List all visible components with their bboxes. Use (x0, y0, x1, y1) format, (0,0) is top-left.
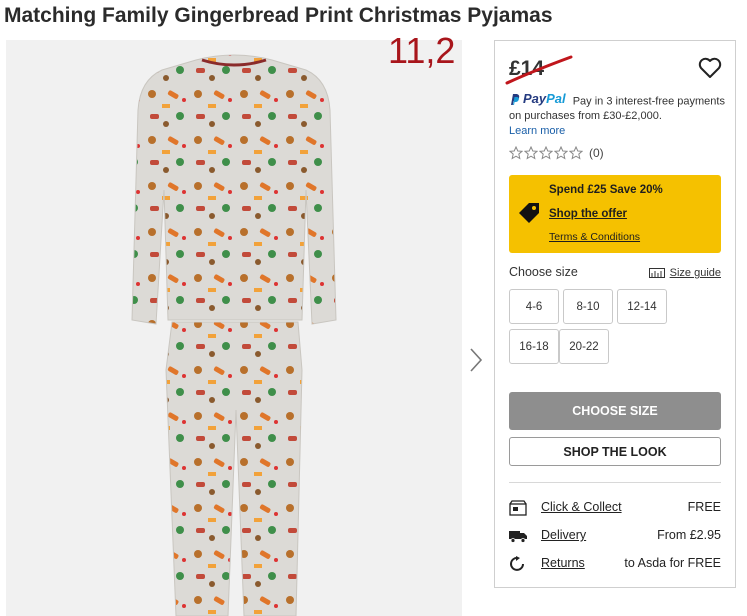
star-icon (554, 146, 568, 160)
paypal-word-pay: Pay (523, 91, 547, 106)
terms-link[interactable]: Terms & Conditions (549, 231, 640, 243)
returns-row: Returns to Asda for FREE (509, 555, 721, 573)
size-option-16-18[interactable]: 16-18 (509, 329, 559, 364)
price-strike-icon (505, 55, 573, 85)
paypal-word-pal: Pal (546, 91, 566, 106)
shop-the-look-button[interactable]: SHOP THE LOOK (509, 437, 721, 466)
product-panel: £14 Pay Pal Pay in 3 interest-free paymen… (494, 40, 736, 588)
offer-title: Spend £25 Save 20% (549, 184, 663, 196)
returns-icon (510, 556, 524, 571)
size-guide-label: Size guide (669, 267, 721, 279)
size-option-20-22[interactable]: 20-22 (559, 329, 609, 364)
click-collect-link[interactable]: Click & Collect (541, 500, 622, 514)
annotation-label: 11,2 (388, 30, 456, 71)
delivery-row: Delivery From £2.95 (509, 527, 721, 545)
returns-value: to Asda for FREE (624, 556, 721, 570)
heart-icon[interactable] (697, 55, 723, 81)
paypal-info: Pay Pal Pay in 3 interest-free payments o… (509, 92, 731, 138)
pyjama-illustration (6, 40, 462, 616)
size-header: Choose size Size guide (509, 265, 721, 281)
paypal-icon (511, 93, 520, 105)
product-image[interactable] (6, 40, 462, 616)
choose-size-button[interactable]: CHOOSE SIZE (509, 392, 721, 430)
star-icon (569, 146, 583, 160)
price-row: £14 (505, 53, 723, 87)
star-icon (539, 146, 553, 160)
chevron-right-icon[interactable] (466, 346, 486, 374)
price-tag-icon (519, 203, 539, 223)
store-icon (509, 500, 527, 516)
choose-size-label: Choose size (509, 265, 578, 279)
size-guide-link[interactable]: Size guide (648, 267, 721, 279)
ruler-icon (648, 268, 665, 278)
delivery-link[interactable]: Delivery (541, 528, 586, 542)
divider (509, 482, 721, 483)
rating-count: (0) (589, 146, 604, 160)
size-option-12-14[interactable]: 12-14 (617, 289, 667, 324)
paypal-logo: Pay Pal (509, 92, 566, 106)
returns-link[interactable]: Returns (541, 556, 585, 570)
size-option-4-6[interactable]: 4-6 (509, 289, 559, 324)
size-option-8-10[interactable]: 8-10 (563, 289, 613, 324)
offer-banner: Spend £25 Save 20% Shop the offer Terms … (509, 175, 721, 253)
delivery-value: From £2.95 (657, 528, 721, 542)
paypal-learn-more-link[interactable]: Learn more (509, 124, 731, 138)
click-collect-row: Click & Collect FREE (509, 499, 721, 517)
truck-icon (509, 531, 527, 543)
rating[interactable]: (0) (509, 146, 604, 160)
click-collect-value: FREE (687, 500, 721, 514)
star-icon (509, 146, 523, 160)
star-icon (524, 146, 538, 160)
star-rating (509, 146, 583, 160)
page-title: Matching Family Gingerbread Print Christ… (4, 4, 553, 27)
shop-offer-link[interactable]: Shop the offer (549, 208, 627, 220)
